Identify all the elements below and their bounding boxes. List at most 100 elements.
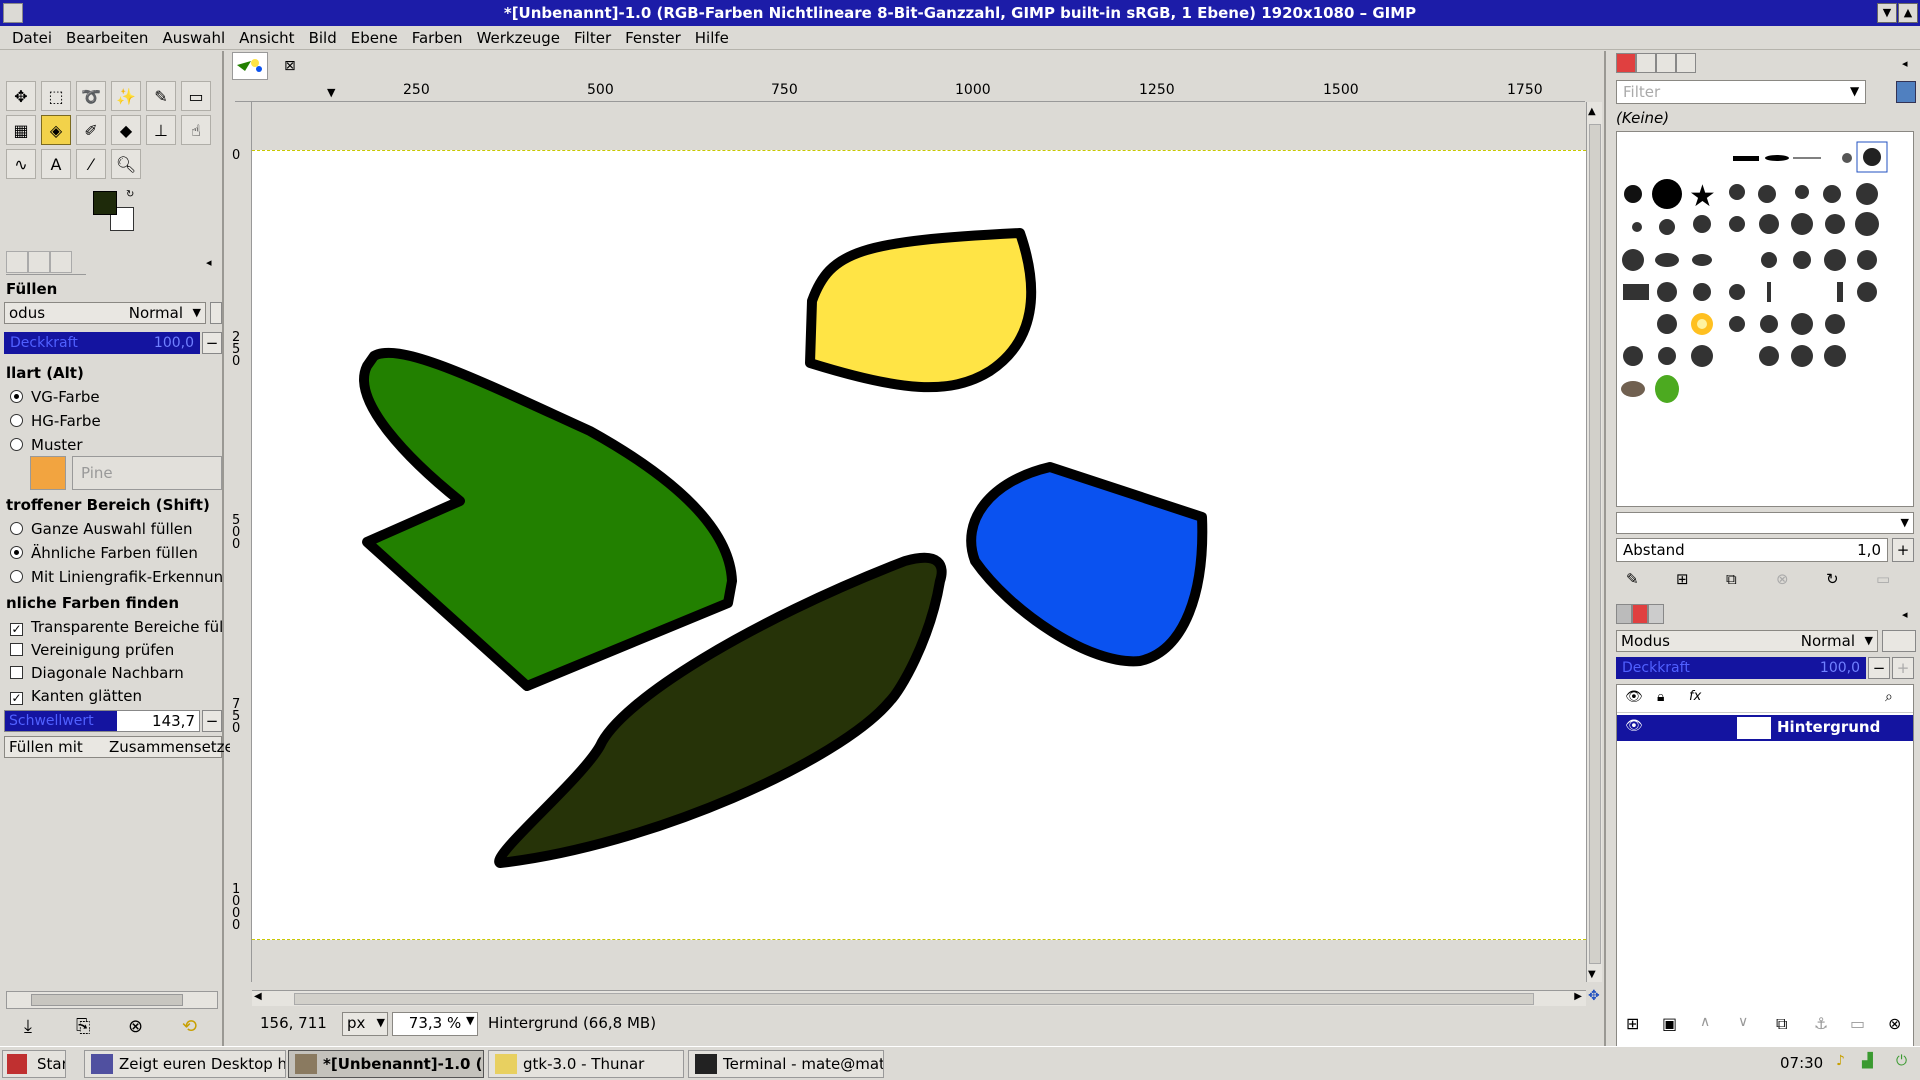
effects-header-icon[interactable]: fx — [1689, 689, 1701, 704]
vertical-scroll-thumb[interactable] — [1589, 124, 1601, 964]
pattern-name-field[interactable]: Pine — [72, 456, 222, 490]
layer-opacity-decrement-button[interactable]: − — [1868, 657, 1890, 679]
layer-opacity-increment-button[interactable]: + — [1892, 657, 1914, 679]
layers-tab-icon[interactable] — [1616, 604, 1632, 624]
text-tool-icon[interactable]: A — [41, 149, 71, 179]
move-tool-icon[interactable]: ✥ — [6, 81, 36, 111]
brush-filter-input[interactable]: Filter — [1616, 80, 1866, 104]
panel-menu-icon[interactable]: ◂ — [1902, 57, 1908, 70]
new-layer-icon[interactable]: ⊞ — [1626, 1014, 1639, 1033]
open-brush-folder-icon[interactable]: ▭ — [1876, 570, 1890, 588]
fill-whole-selection-radio[interactable]: Ganze Auswahl füllen — [10, 520, 193, 538]
swap-colors-icon[interactable]: ↻ — [126, 189, 134, 200]
raise-layer-icon[interactable]: ∧ — [1700, 1014, 1710, 1030]
clone-stamp-tool-icon[interactable]: ⊥ — [146, 115, 176, 145]
horizontal-scroll-thumb[interactable] — [294, 993, 1534, 1005]
image-tab[interactable] — [232, 52, 268, 80]
layer-opacity-slider[interactable]: Deckkraft 100,0 — [1616, 657, 1866, 679]
scroll-left-icon[interactable]: ◀ — [254, 991, 262, 1002]
taskbar-item-terminal[interactable]: Terminal - mate@mat... — [688, 1050, 884, 1078]
delete-layer-icon[interactable]: ⊗ — [1888, 1014, 1901, 1033]
smudge-tool-icon[interactable]: ☝ — [181, 115, 211, 145]
power-icon[interactable]: ⏻ — [1896, 1053, 1907, 1069]
duplicate-layer-icon[interactable]: ⧉ — [1776, 1014, 1787, 1034]
fonts-tab-icon[interactable] — [1656, 53, 1676, 73]
volume-icon[interactable]: ♪ — [1836, 1053, 1845, 1069]
refresh-brushes-icon[interactable]: ↻ — [1826, 570, 1839, 588]
menu-ansicht[interactable]: Ansicht — [232, 26, 301, 50]
menu-fenster[interactable]: Fenster — [618, 26, 688, 50]
paths-tab-icon[interactable] — [1648, 604, 1664, 624]
network-icon[interactable]: ▟ — [1862, 1053, 1873, 1069]
tool-options-tab-icon[interactable] — [6, 251, 28, 273]
menu-hilfe[interactable]: Hilfe — [688, 26, 736, 50]
menu-auswahl[interactable]: Auswahl — [155, 26, 232, 50]
fuzzy-select-tool-icon[interactable]: ✨ — [111, 81, 141, 111]
layer-mode-select[interactable]: Modus Normal ▼ — [1616, 630, 1878, 652]
maximize-icon[interactable]: ▲ — [1898, 3, 1918, 23]
save-options-icon[interactable]: ⤓ — [24, 1016, 32, 1037]
fill-type-pattern-radio[interactable]: Muster — [10, 436, 83, 454]
mask-layer-icon[interactable]: ▭ — [1850, 1014, 1865, 1033]
sample-merged-checkbox[interactable]: Vereinigung prüfen — [10, 641, 174, 659]
lock-header-icon[interactable]: 🔒︎ — [1657, 689, 1664, 705]
reset-options-icon[interactable]: ⟲ — [182, 1016, 197, 1037]
tag-toggle-icon[interactable] — [1896, 81, 1916, 103]
patterns-tab-icon[interactable] — [1636, 53, 1656, 73]
navigate-icon[interactable]: ✥ — [1588, 988, 1600, 1004]
fill-line-art-radio[interactable]: Mit Liniengrafik-Erkennung fü — [10, 568, 222, 586]
edit-brush-icon[interactable]: ✎ — [1626, 570, 1639, 588]
fill-similar-colors-radio[interactable]: Ähnliche Farben füllen — [10, 544, 198, 562]
lower-layer-icon[interactable]: ∨ — [1738, 1014, 1748, 1030]
menu-bearbeiten[interactable]: Bearbeiten — [59, 26, 155, 50]
menu-farben[interactable]: Farben — [405, 26, 470, 50]
menu-ebene[interactable]: Ebene — [344, 26, 405, 50]
fill-type-fg-radio[interactable]: VG-Farbe — [10, 388, 100, 406]
image-canvas[interactable] — [252, 150, 1586, 940]
menu-bild[interactable]: Bild — [302, 26, 344, 50]
menu-filter[interactable]: Filter — [567, 26, 618, 50]
mode-select[interactable]: odus Normal ▼ — [4, 302, 206, 324]
delete-brush-icon[interactable]: ⊗ — [1776, 570, 1789, 588]
brush-tag-select[interactable]: ▼ — [1616, 512, 1914, 534]
anchor-layer-icon[interactable]: ⚓︎ — [1814, 1014, 1828, 1033]
chevron-down-icon[interactable]: ▼ — [1850, 84, 1859, 98]
zoom-tool-icon[interactable]: 🔍︎ — [111, 149, 141, 179]
search-icon[interactable]: ⌕ — [1885, 689, 1893, 705]
channels-tab-icon[interactable] — [1632, 604, 1648, 624]
eye-icon[interactable]: 👁︎ — [1625, 718, 1643, 734]
clock[interactable]: 07:30 — [1780, 1054, 1823, 1072]
path-tool-icon[interactable]: ∿ — [6, 149, 36, 179]
horizontal-scrollbar[interactable]: ◀ ▶ — [252, 990, 1586, 1006]
color-picker-tool-icon[interactable]: ⁄ — [76, 149, 106, 179]
minimize-icon[interactable]: ▼ — [1877, 3, 1897, 23]
zoom-chevron-icon[interactable]: ▼ — [466, 1014, 474, 1027]
window-menu-icon[interactable] — [3, 3, 23, 23]
brushes-tab-icon[interactable] — [1616, 53, 1636, 73]
unit-select[interactable]: px ▼ — [342, 1012, 388, 1036]
menu-datei[interactable]: Datei — [0, 26, 59, 50]
opacity-slider[interactable]: Deckkraft 100,0 — [4, 332, 200, 354]
scroll-right-icon[interactable]: ▶ — [1574, 991, 1582, 1002]
undo-history-tab-icon[interactable] — [50, 251, 72, 273]
pattern-preview[interactable] — [30, 456, 66, 490]
warp-tool-icon[interactable]: ▦ — [6, 115, 36, 145]
panel-menu-icon[interactable]: ◂ — [1902, 608, 1908, 621]
scroll-down-icon[interactable]: ▼ — [1588, 969, 1596, 980]
delete-options-icon[interactable]: ⊗ — [128, 1016, 143, 1037]
scroll-up-icon[interactable]: ▲ — [1588, 106, 1596, 117]
document-history-tab-icon[interactable] — [1676, 53, 1696, 73]
scrollbar-thumb[interactable] — [31, 994, 183, 1006]
mode-reset-button[interactable] — [210, 302, 222, 324]
new-brush-icon[interactable]: ⊞ — [1676, 570, 1689, 588]
spacing-slider[interactable]: Abstand 1,0 — [1616, 538, 1888, 562]
taskbar-item-gimp[interactable]: *[Unbenannt]-1.0 (R... — [288, 1050, 484, 1078]
threshold-decrement-button[interactable]: − — [202, 710, 222, 732]
layer-list[interactable]: 👁︎ 🔒︎ fx ⌕ 👁︎ Hintergrund — [1616, 684, 1914, 1068]
antialias-checkbox[interactable]: ✓ Kanten glätten — [10, 687, 142, 705]
device-status-tab-icon[interactable] — [28, 251, 50, 273]
diagonal-neighbors-checkbox[interactable]: Diagonale Nachbarn — [10, 664, 184, 682]
rect-select-tool-icon[interactable]: ⬚ — [41, 81, 71, 111]
fill-transparent-checkbox[interactable]: ✓ Transparente Bereiche füllen — [10, 618, 222, 636]
tool-options-scrollbar[interactable] — [6, 991, 218, 1009]
